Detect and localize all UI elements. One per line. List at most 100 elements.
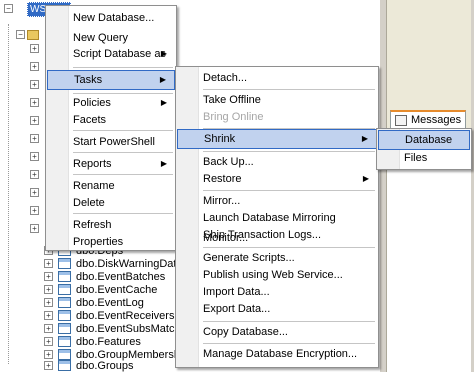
menu-item-label: Mirror... <box>203 195 241 207</box>
table-icon <box>58 271 71 282</box>
menu-item-reports[interactable]: Reports ▶ <box>47 154 175 174</box>
chevron-right-icon: ▶ <box>160 159 167 168</box>
expand-icon[interactable]: + <box>30 98 39 107</box>
menu-item-restore[interactable]: Restore ▶ <box>177 169 377 189</box>
menu-item-label: Export Data... <box>203 303 271 315</box>
chevron-right-icon: ▶ <box>160 49 167 58</box>
expand-icon[interactable]: + <box>44 311 53 320</box>
menu-item-shrink-database[interactable]: Database <box>378 130 470 150</box>
expand-icon[interactable]: + <box>44 285 53 294</box>
collapse-icon[interactable]: − <box>4 4 13 13</box>
menu-item-label: Facets <box>73 114 107 126</box>
expand-icon[interactable]: + <box>30 116 39 125</box>
menu-item-label: Ship Transaction Logs... <box>203 229 322 241</box>
menu-item-label: Files <box>404 152 428 164</box>
expand-icon[interactable]: + <box>30 62 39 71</box>
menu-item-manage-encryption[interactable]: Manage Database Encryption... <box>177 344 377 364</box>
expand-icon[interactable]: + <box>30 44 39 53</box>
tab-messages[interactable]: Messages <box>390 110 466 128</box>
expand-icon[interactable]: + <box>44 324 53 333</box>
menu-item-label: Shrink <box>204 133 236 145</box>
context-menu: New Database... New Query Script Databas… <box>45 5 177 251</box>
menu-item-facets[interactable]: Facets <box>47 110 175 130</box>
table-row[interactable]: + dbo.EventBatches <box>44 270 165 283</box>
expand-icon[interactable]: + <box>30 206 39 215</box>
menu-item-label: Restore <box>203 173 242 185</box>
results-area <box>386 150 471 372</box>
chevron-right-icon: ▶ <box>159 75 166 84</box>
table-name: dbo.EventLog <box>76 296 144 309</box>
table-icon <box>58 297 71 308</box>
tasks-submenu: Detach... Take Offline Bring Online Shri… <box>175 66 379 368</box>
table-name: dbo.EventReceivers <box>76 309 175 322</box>
collapse-icon[interactable]: − <box>16 30 25 39</box>
menu-item-label: Properties <box>73 236 124 248</box>
menu-item-ship-transaction-logs[interactable]: Ship Transaction Logs... <box>177 225 377 245</box>
menu-item-label: Rename <box>73 180 115 192</box>
menu-separator <box>73 130 173 131</box>
table-row[interactable]: + dbo.EventSubsMatches <box>44 322 192 335</box>
expand-icon[interactable]: + <box>44 298 53 307</box>
expand-icon[interactable]: + <box>30 80 39 89</box>
table-name: dbo.Groups <box>76 359 134 372</box>
table-row[interactable]: + dbo.Groups <box>44 359 133 372</box>
menu-item-label: Tasks <box>74 74 103 86</box>
menu-item-shrink[interactable]: Shrink ▶ <box>177 129 377 149</box>
expand-icon[interactable]: + <box>44 272 53 281</box>
menu-item-export-data[interactable]: Export Data... <box>177 299 377 319</box>
menu-item-label: Database <box>405 134 453 146</box>
table-row[interactable]: + dbo.DiskWarningDate <box>44 257 183 270</box>
table-icon <box>58 336 71 347</box>
table-row[interactable]: + dbo.EventLog <box>44 296 144 309</box>
menu-item-label: Script Database as <box>73 48 166 60</box>
expand-icon[interactable]: + <box>44 337 53 346</box>
menu-item-start-powershell[interactable]: Start PowerShell <box>47 132 175 152</box>
menu-item-label: Generate Scripts... <box>203 252 295 264</box>
table-icon <box>58 323 71 334</box>
table-name: dbo.EventBatches <box>76 270 166 283</box>
tree-guide-line <box>8 24 9 364</box>
expand-icon[interactable]: + <box>30 152 39 161</box>
menu-item-label: Start PowerShell <box>73 136 155 148</box>
results-pane <box>380 0 474 372</box>
shrink-submenu: Database Files <box>376 128 472 170</box>
expand-icon[interactable]: + <box>30 170 39 179</box>
menu-item-script-database-as[interactable]: Script Database as ▶ <box>47 44 175 64</box>
menu-item-label: Take Offline <box>203 94 261 106</box>
table-icon <box>58 310 71 321</box>
expand-icon[interactable]: + <box>30 188 39 197</box>
menu-item-copy-database[interactable]: Copy Database... <box>177 322 377 342</box>
menu-item-tasks[interactable]: Tasks ▶ <box>47 70 175 90</box>
expand-icon[interactable]: + <box>30 134 39 143</box>
expand-icon[interactable]: + <box>30 224 39 233</box>
table-row[interactable]: + dbo.EventReceivers <box>44 309 174 322</box>
messages-icon <box>395 114 407 126</box>
menu-item-detach[interactable]: Detach... <box>177 68 377 88</box>
menu-separator <box>73 67 173 68</box>
menu-item-label: Delete <box>73 197 105 209</box>
table-icon <box>58 360 71 371</box>
menu-separator <box>73 174 173 175</box>
expand-icon[interactable]: + <box>44 259 53 268</box>
menu-item-label: Publish using Web Service... <box>203 269 343 281</box>
menu-item-label: Back Up... <box>203 156 254 168</box>
menu-item-label: Import Data... <box>203 286 270 298</box>
menu-item-shrink-files[interactable]: Files <box>378 148 470 168</box>
table-name: dbo.EventCache <box>76 283 158 296</box>
table-row[interactable]: + dbo.Features <box>44 335 141 348</box>
table-row[interactable]: + dbo.EventCache <box>44 283 157 296</box>
table-icon <box>58 258 71 269</box>
menu-item-new-database[interactable]: New Database... <box>47 8 175 28</box>
expand-icon[interactable]: + <box>44 361 53 370</box>
menu-item-properties[interactable]: Properties <box>47 232 175 252</box>
menu-item-label: Reports <box>73 158 112 170</box>
menu-item-delete[interactable]: Delete <box>47 193 175 213</box>
menu-item-label: Bring Online <box>203 111 264 123</box>
table-name: dbo.Features <box>76 335 141 348</box>
chevron-right-icon: ▶ <box>361 134 368 143</box>
tab-messages-label: Messages <box>411 114 462 126</box>
menu-item-bring-online: Bring Online <box>177 107 377 127</box>
expand-icon[interactable]: + <box>44 350 53 359</box>
menu-item-label: Refresh <box>73 219 112 231</box>
menu-item-label: Policies <box>73 97 111 109</box>
